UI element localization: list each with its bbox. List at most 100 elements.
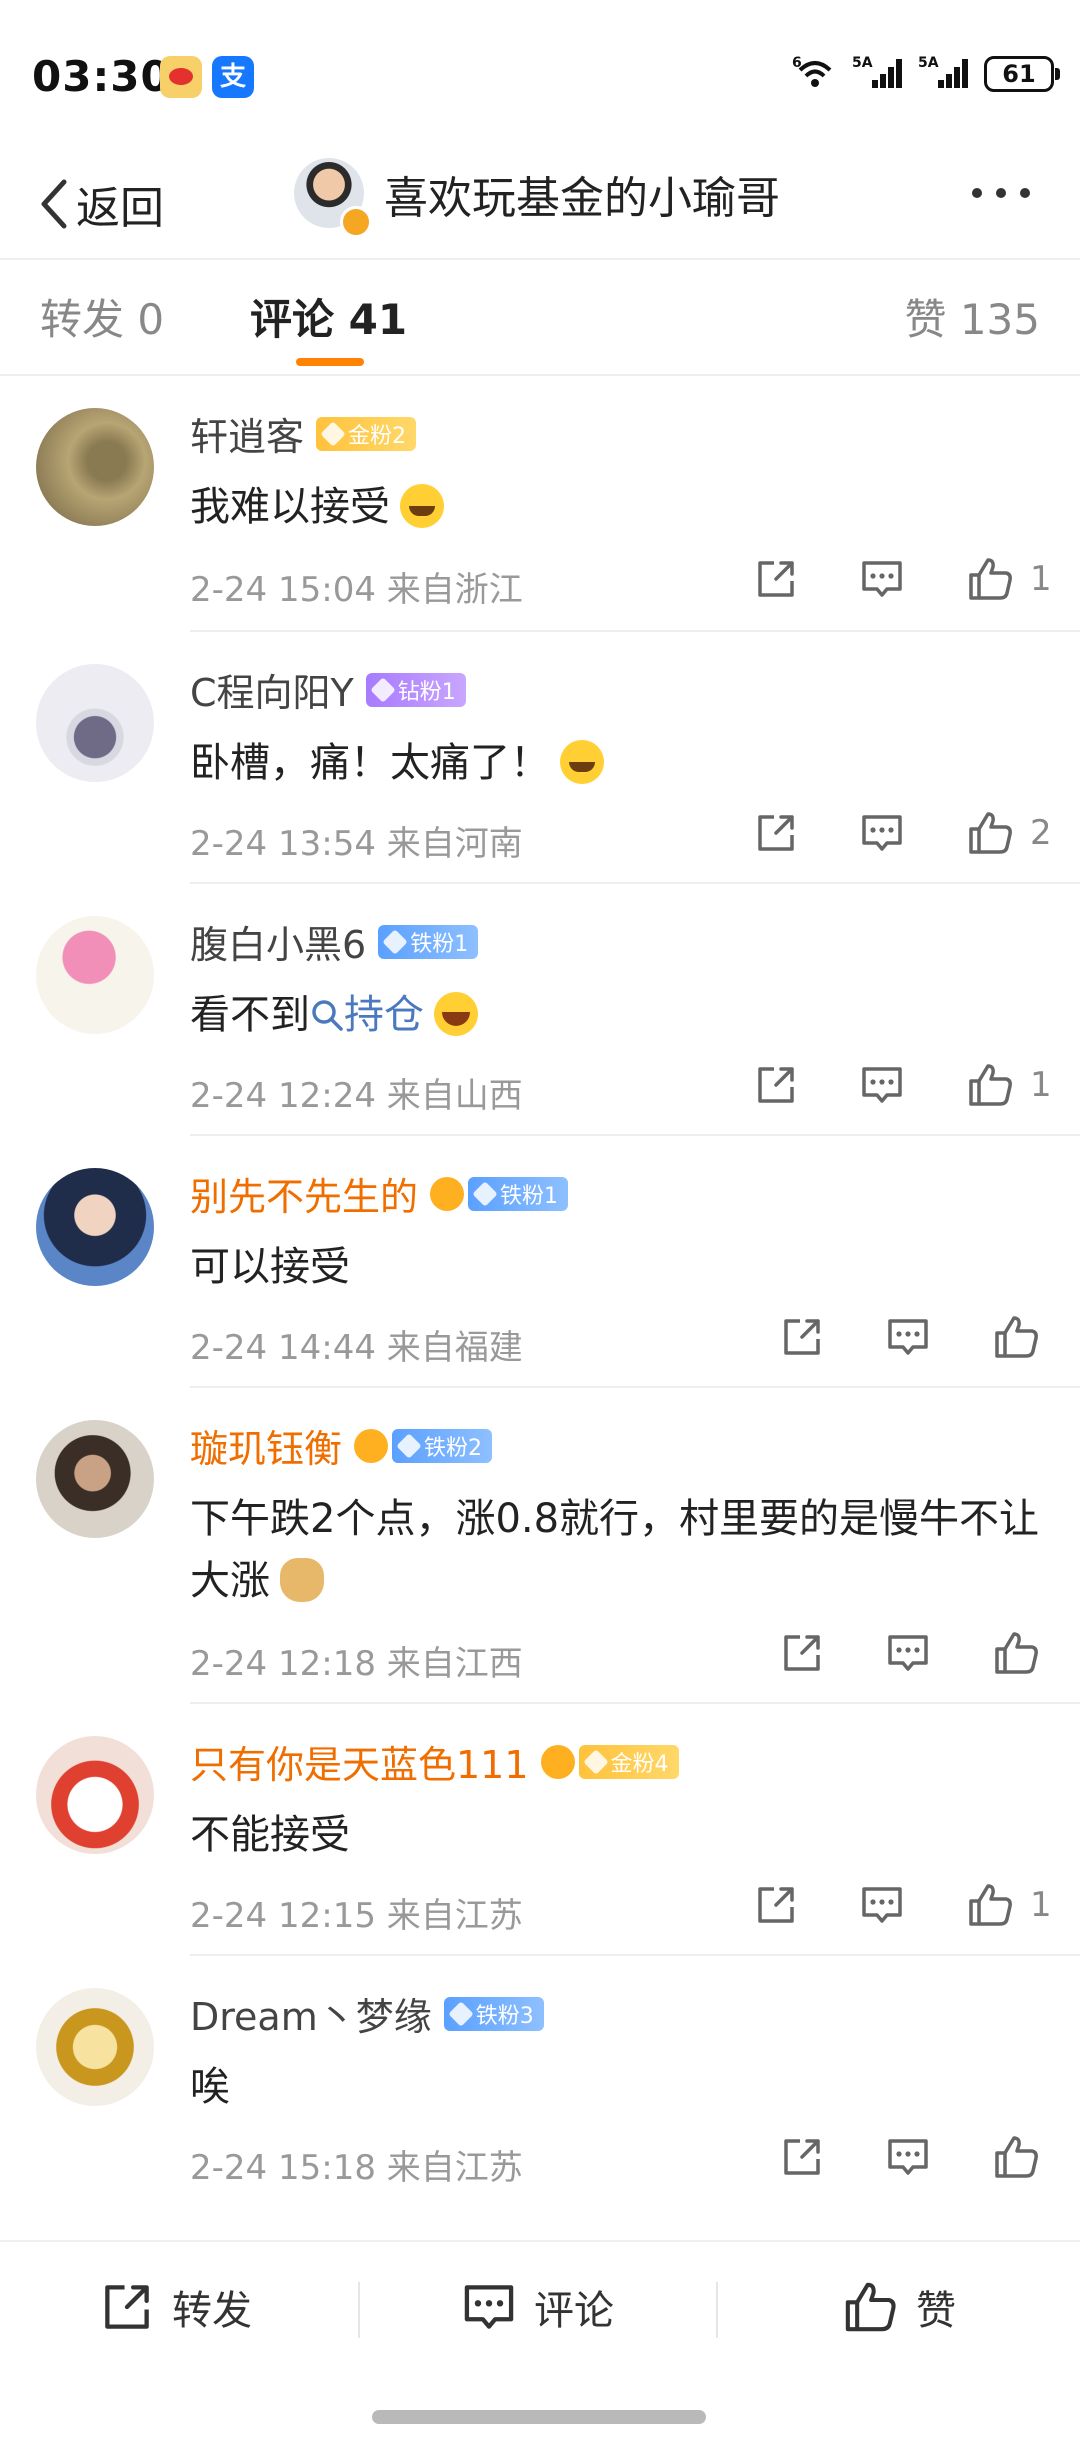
- top-nav: 返回 喜欢玩基金的小瑜哥: [0, 150, 1080, 260]
- user-avatar[interactable]: [36, 408, 154, 526]
- comment-meta: 2-24 12:15 来自江苏: [190, 1896, 523, 1936]
- like-icon[interactable]: [966, 1882, 1014, 1928]
- comment-item: 只有你是天蓝色111 金粉4 不能接受 2-24 12:15 来自江苏 1: [0, 1704, 1080, 1956]
- comment-text: 下午跌2个点，涨0.8就行，村里要的是慢牛不让大涨: [190, 1496, 1040, 1604]
- back-label: 返回: [76, 183, 164, 234]
- fan-badge: 铁粉1: [468, 1176, 569, 1211]
- comment-item: C程向阳Y 钻粉1 卧槽，痛！太痛了！ 2-24 13:54 来自河南 2: [0, 632, 1080, 884]
- more-options-icon[interactable]: [972, 188, 1030, 198]
- share-icon: [105, 2285, 149, 2329]
- divider: [0, 258, 1080, 260]
- reply-icon[interactable]: [860, 1063, 904, 1107]
- user-name[interactable]: 只有你是天蓝色111: [190, 1734, 529, 1789]
- user-avatar[interactable]: [36, 1168, 154, 1286]
- reply-icon[interactable]: [886, 2135, 930, 2179]
- user-name[interactable]: 别先不先生的: [190, 1166, 418, 1221]
- comment-item: 璇玑钰衡 铁粉2 下午跌2个点，涨0.8就行，村里要的是慢牛不让大涨 2-24 …: [0, 1388, 1080, 1704]
- share-icon[interactable]: [754, 811, 798, 855]
- like-icon[interactable]: [992, 1314, 1040, 1360]
- svg-text:5A: 5A: [852, 55, 873, 71]
- crying-emoji-icon: [560, 740, 604, 784]
- reply-icon[interactable]: [860, 811, 904, 855]
- like-icon[interactable]: [966, 1062, 1014, 1108]
- user-name[interactable]: 轩逍客: [190, 406, 304, 461]
- comment-text: 唉: [190, 2064, 230, 2110]
- verified-badge-icon: [340, 206, 372, 238]
- crown-icon: [354, 1428, 389, 1463]
- like-count: 2: [1030, 813, 1052, 853]
- comment-meta: 2-24 14:44 来自福建: [190, 1328, 523, 1368]
- status-indicators: 6 5A 5A 61: [792, 54, 1060, 94]
- like-icon[interactable]: [966, 810, 1014, 856]
- comment-meta: 2-24 15:18 来自江苏: [190, 2148, 523, 2188]
- reply-icon[interactable]: [886, 1631, 930, 1675]
- divider: [716, 2282, 718, 2338]
- signal-icon-1: 5A: [852, 54, 904, 94]
- tab-like[interactable]: 赞 135: [904, 286, 1040, 347]
- fan-badge: 铁粉1: [378, 924, 479, 959]
- comment-button[interactable]: 评论: [462, 2242, 614, 2372]
- tab-comment[interactable]: 评论 41: [250, 286, 407, 347]
- like-count: 1: [1030, 1885, 1052, 1925]
- fan-badge: 铁粉3: [443, 1996, 544, 2031]
- user-name[interactable]: C程向阳Y: [190, 662, 354, 717]
- like-button[interactable]: 赞: [842, 2242, 956, 2372]
- comment-item: 腹白小黑6 铁粉1 看不到 持仓 2-24 12:24 来自山西 1: [0, 884, 1080, 1136]
- comment-item: Dream丶梦缘 铁粉3 唉 2-24 15:18 来自江苏: [0, 1956, 1080, 2208]
- laughing-emoji-icon: [434, 992, 478, 1036]
- crown-icon: [540, 1744, 575, 1779]
- divider: [358, 2282, 360, 2338]
- fan-badge: 铁粉2: [392, 1428, 493, 1463]
- comment-meta: 2-24 13:54 来自河南: [190, 824, 523, 864]
- user-name[interactable]: Dream丶梦缘: [190, 1986, 432, 2041]
- like-icon[interactable]: [992, 2134, 1040, 2180]
- user-avatar[interactable]: [36, 1420, 154, 1538]
- user-name[interactable]: 璇玑钰衡: [190, 1418, 342, 1473]
- crying-emoji-icon: [400, 484, 444, 528]
- comment-item: 别先不先生的 铁粉1 可以接受 2-24 14:44 来自福建: [0, 1136, 1080, 1388]
- share-icon[interactable]: [780, 1631, 824, 1675]
- share-icon[interactable]: [780, 1315, 824, 1359]
- repost-label: 转发: [172, 2288, 252, 2334]
- author-name[interactable]: 喜欢玩基金的小瑜哥: [384, 162, 780, 226]
- status-bar: 03:30 支 6 5A 5A 61: [0, 0, 1080, 150]
- share-icon[interactable]: [754, 1883, 798, 1927]
- comment-meta: 2-24 15:04 来自浙江: [190, 570, 523, 610]
- back-button[interactable]: 返回: [36, 172, 164, 236]
- svg-text:5A: 5A: [918, 55, 939, 71]
- user-avatar[interactable]: [36, 916, 154, 1034]
- like-icon[interactable]: [992, 1630, 1040, 1676]
- comment-text: 可以接受: [190, 1244, 350, 1290]
- bottom-action-bar: 转发 评论 赞: [0, 2240, 1080, 2392]
- user-avatar[interactable]: [36, 1736, 154, 1854]
- like-icon: [845, 2282, 896, 2332]
- comment-item: 轩逍客 金粉2 我难以接受 2-24 15:04 来自浙江 1: [0, 376, 1080, 632]
- like-label: 赞: [916, 2288, 956, 2334]
- repost-button[interactable]: 转发: [100, 2242, 252, 2372]
- comment-text: 不能接受: [190, 1812, 350, 1858]
- doge-emoji-icon: [280, 1558, 324, 1602]
- share-icon[interactable]: [780, 2135, 824, 2179]
- user-avatar[interactable]: [36, 664, 154, 782]
- search-link[interactable]: 持仓: [310, 992, 424, 1038]
- share-icon[interactable]: [754, 1063, 798, 1107]
- tab-repost[interactable]: 转发 0: [40, 286, 164, 347]
- like-icon[interactable]: [966, 556, 1014, 602]
- home-indicator[interactable]: [372, 2410, 706, 2424]
- chevron-left-icon: [41, 179, 67, 229]
- user-avatar[interactable]: [36, 1988, 154, 2106]
- active-tab-indicator: [296, 358, 364, 366]
- like-count: 1: [1030, 1065, 1052, 1105]
- tab-bar: 转发 0 评论 41 赞 135: [0, 262, 1080, 372]
- comment-label: 评论: [534, 2288, 614, 2334]
- reply-icon[interactable]: [886, 1315, 930, 1359]
- wifi-icon: 6: [792, 54, 838, 94]
- search-icon: [312, 1000, 343, 1031]
- like-count: 1: [1030, 559, 1052, 599]
- fan-badge: 钻粉1: [365, 672, 466, 707]
- comment-text: 我难以接受: [190, 476, 1050, 538]
- user-name[interactable]: 腹白小黑6: [190, 914, 366, 969]
- reply-icon[interactable]: [860, 557, 904, 601]
- reply-icon[interactable]: [860, 1883, 904, 1927]
- share-icon[interactable]: [754, 557, 798, 601]
